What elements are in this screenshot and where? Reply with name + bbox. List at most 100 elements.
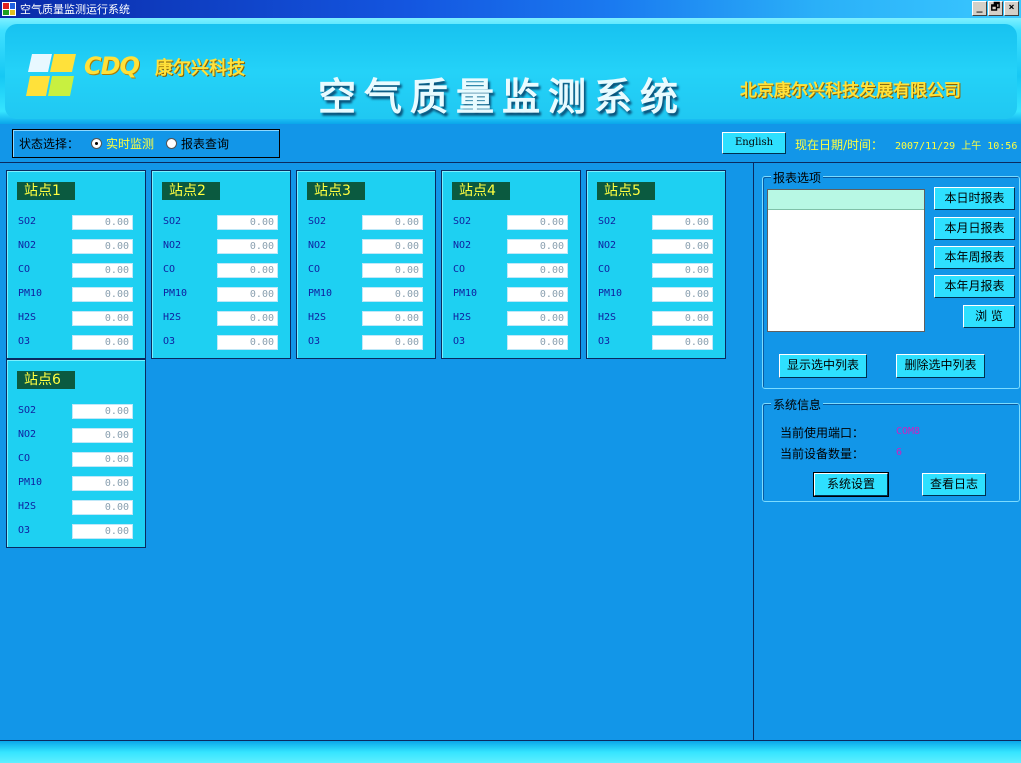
reading-value-field[interactable]: 0.00 (507, 287, 568, 302)
reading-value-field[interactable]: 0.00 (72, 215, 133, 230)
reading-value-field[interactable]: 0.00 (72, 239, 133, 254)
reading-row: H2S 0.00 (18, 500, 134, 515)
reading-value-field[interactable]: 0.00 (217, 263, 278, 278)
daily-hourly-report-button[interactable]: 本日时报表 (934, 187, 1015, 210)
pollutant-label: NO2 (453, 240, 472, 251)
yearly-monthly-report-button[interactable]: 本年月报表 (934, 275, 1015, 298)
reading-value-field[interactable]: 0.00 (217, 287, 278, 302)
reading-value-field[interactable]: 0.00 (217, 215, 278, 230)
reading-row: O3 0.00 (453, 335, 569, 350)
logo-company-name: 康尔兴科技 (155, 58, 245, 79)
reading-row: NO2 0.00 (308, 239, 424, 254)
show-selected-button[interactable]: 显示选中列表 (779, 354, 867, 378)
reading-value-field[interactable]: 0.00 (217, 311, 278, 326)
reading-value-field[interactable]: 0.00 (72, 452, 133, 467)
reading-value-field[interactable]: 0.00 (652, 335, 713, 350)
pollutant-label: CO (18, 264, 31, 275)
pollutant-label: NO2 (308, 240, 327, 251)
reading-value-field[interactable]: 0.00 (652, 311, 713, 326)
reading-value-field[interactable]: 0.00 (507, 335, 568, 350)
close-button[interactable]: × (1004, 1, 1019, 16)
delete-selected-button[interactable]: 删除选中列表 (896, 354, 985, 378)
reading-value-field[interactable]: 0.00 (72, 476, 133, 491)
mode-label: 状态选择： (19, 137, 80, 151)
reading-value-field[interactable]: 0.00 (652, 263, 713, 278)
minimize-button[interactable]: _ (972, 1, 987, 16)
reading-value-field[interactable]: 0.00 (652, 287, 713, 302)
restore-button[interactable]: 🗗 (988, 1, 1003, 16)
logo-text: CDQ (84, 52, 140, 80)
reading-value-field[interactable]: 0.00 (72, 524, 133, 539)
browse-button[interactable]: 浏 览 (963, 305, 1015, 328)
station-panel: 站点4 SO2 0.00 NO2 0.00 CO 0.00 PM10 0.00 H2S 0.00 O3… (441, 170, 581, 359)
mode-selector: 状态选择： 实时监测 报表查询 (12, 129, 280, 158)
reading-value-field[interactable]: 0.00 (72, 428, 133, 443)
reading-value-field[interactable]: 0.00 (217, 335, 278, 350)
reading-value-field[interactable]: 0.00 (72, 287, 133, 302)
window-title: 空气质量监测运行系统 (20, 3, 130, 16)
reading-row: CO 0.00 (18, 263, 134, 278)
reading-row: NO2 0.00 (598, 239, 714, 254)
reading-value-field[interactable]: 0.00 (217, 239, 278, 254)
report-radio-label: 报表查询 (181, 137, 230, 151)
reading-row: H2S 0.00 (308, 311, 424, 326)
pollutant-label: SO2 (18, 405, 37, 416)
listbox-selected-row[interactable] (768, 190, 924, 210)
pollutant-label: H2S (18, 312, 37, 323)
pollutant-label: O3 (18, 525, 31, 536)
report-listbox[interactable] (767, 189, 925, 332)
reading-row: NO2 0.00 (163, 239, 279, 254)
reading-value-field[interactable]: 0.00 (507, 215, 568, 230)
window-controls: _ 🗗 × (972, 1, 1019, 16)
reading-value-field[interactable]: 0.00 (507, 263, 568, 278)
pollutant-label: H2S (308, 312, 327, 323)
reading-value-field[interactable]: 0.00 (362, 215, 423, 230)
reading-row: CO 0.00 (18, 452, 134, 467)
reading-value-field[interactable]: 0.00 (72, 263, 133, 278)
reading-value-field[interactable]: 0.00 (72, 404, 133, 419)
pollutant-label: PM10 (598, 288, 623, 299)
pollutant-label: O3 (163, 336, 176, 347)
port-label: 当前使用端口： (780, 426, 865, 440)
view-log-button[interactable]: 查看日志 (922, 473, 986, 496)
reading-row: CO 0.00 (453, 263, 569, 278)
yearly-weekly-report-button[interactable]: 本年周报表 (934, 246, 1015, 269)
pollutant-label: PM10 (163, 288, 188, 299)
pollutant-label: SO2 (18, 216, 37, 227)
pollutant-label: H2S (598, 312, 617, 323)
reading-row: SO2 0.00 (163, 215, 279, 230)
system-settings-button[interactable]: 系统设置 (813, 472, 889, 497)
station-name: 站点2 (162, 182, 220, 200)
reading-value-field[interactable]: 0.00 (72, 311, 133, 326)
report-radio[interactable]: 报表查询 (166, 135, 229, 152)
reading-value-field[interactable]: 0.00 (362, 263, 423, 278)
reading-value-field[interactable]: 0.00 (72, 335, 133, 350)
reading-row: PM10 0.00 (308, 287, 424, 302)
pollutant-label: H2S (18, 501, 37, 512)
pollutant-label: CO (453, 264, 466, 275)
reading-row: PM10 0.00 (163, 287, 279, 302)
pollutant-label: NO2 (18, 240, 37, 251)
company-name: 北京康尔兴科技发展有限公司 (740, 81, 961, 101)
reading-value-field[interactable]: 0.00 (507, 239, 568, 254)
monthly-daily-report-button[interactable]: 本月日报表 (934, 217, 1015, 240)
english-button[interactable]: English (722, 132, 786, 154)
pollutant-label: O3 (453, 336, 466, 347)
port-value: COM8 (896, 426, 921, 437)
reading-value-field[interactable]: 0.00 (362, 311, 423, 326)
realtime-radio[interactable]: 实时监测 (91, 135, 154, 152)
company-logo-icon (26, 54, 76, 96)
bottom-status-strip (0, 740, 1021, 763)
app-icon (2, 2, 16, 16)
reading-value-field[interactable]: 0.00 (362, 239, 423, 254)
pollutant-label: PM10 (18, 288, 43, 299)
reading-value-field[interactable]: 0.00 (362, 287, 423, 302)
pollutant-label: PM10 (308, 288, 333, 299)
reading-value-field[interactable]: 0.00 (72, 500, 133, 515)
reading-value-field[interactable]: 0.00 (507, 311, 568, 326)
pollutant-label: O3 (308, 336, 321, 347)
reading-value-field[interactable]: 0.00 (652, 215, 713, 230)
reading-value-field[interactable]: 0.00 (652, 239, 713, 254)
reading-value-field[interactable]: 0.00 (362, 335, 423, 350)
station-name: 站点1 (17, 182, 75, 200)
